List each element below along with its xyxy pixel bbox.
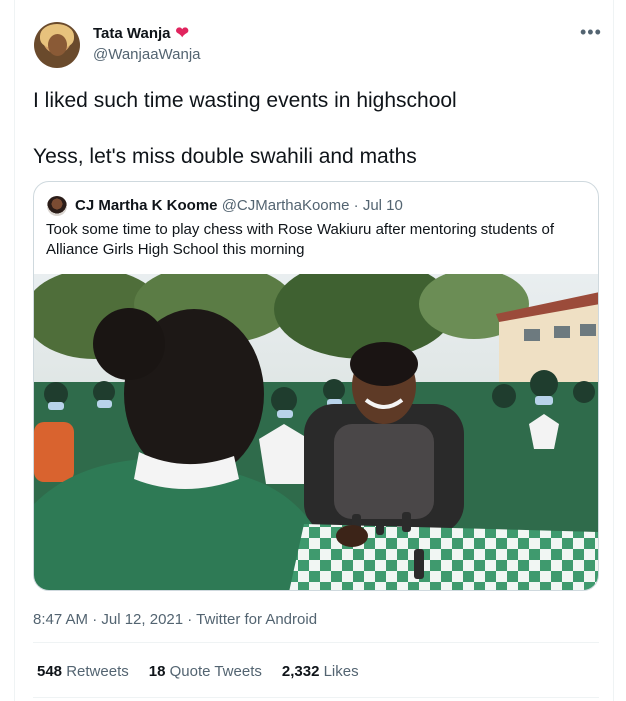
- more-options-icon[interactable]: •••: [580, 22, 602, 43]
- retweets-stat[interactable]: 548 Retweets: [37, 663, 129, 680]
- divider-bottom: [33, 697, 599, 698]
- quote-tweets-label: Quote Tweets: [169, 663, 262, 680]
- avatar-face: [48, 34, 67, 56]
- quoted-tweet-card[interactable]: CJ Martha K Koome @CJMarthaKoome · Jul 1…: [33, 181, 599, 591]
- divider-top: [33, 642, 599, 643]
- quoted-author-avatar[interactable]: [47, 196, 67, 216]
- likes-stat[interactable]: 2,332 Likes: [282, 663, 359, 680]
- likes-label: Likes: [323, 663, 359, 680]
- likes-count: 2,332: [281, 663, 320, 680]
- tweet-timestamp[interactable]: 8:47 AM · Jul 12, 2021 · Twitter for And…: [33, 611, 317, 628]
- author-name-row[interactable]: Tata Wanja ❤: [93, 25, 189, 42]
- author-name[interactable]: Tata Wanja: [93, 25, 171, 42]
- quoted-tweet-date[interactable]: Jul 10: [363, 197, 403, 214]
- quote-tweets-stat[interactable]: 18 Quote Tweets: [149, 663, 262, 680]
- tweet-stats: 548 Retweets 18 Quote Tweets 2,332 Likes: [37, 663, 359, 680]
- quoted-author-name[interactable]: CJ Martha K Koome: [75, 197, 218, 214]
- retweets-label: Retweets: [66, 663, 129, 680]
- quoted-tweet-text: Took some time to play chess with Rose W…: [46, 221, 555, 258]
- quoted-meta-separator: ·: [353, 197, 359, 214]
- retweets-count: 548: [37, 663, 63, 680]
- quoted-author-handle[interactable]: @CJMarthaKoome: [222, 197, 350, 214]
- tweet-text-line-2: Yess, let's miss double swahili and math…: [33, 145, 417, 168]
- quoted-tweet-photo[interactable]: [34, 274, 599, 591]
- quoted-tweet-header: CJ Martha K Koome @CJMarthaKoome · Jul 1…: [75, 197, 403, 214]
- heart-icon: ❤: [175, 24, 189, 42]
- tweet-text-line-1: I liked such time wasting events in high…: [33, 89, 457, 112]
- author-handle[interactable]: @WanjaaWanja: [93, 46, 201, 63]
- quote-tweets-count: 18: [148, 663, 166, 680]
- author-avatar[interactable]: [34, 22, 80, 68]
